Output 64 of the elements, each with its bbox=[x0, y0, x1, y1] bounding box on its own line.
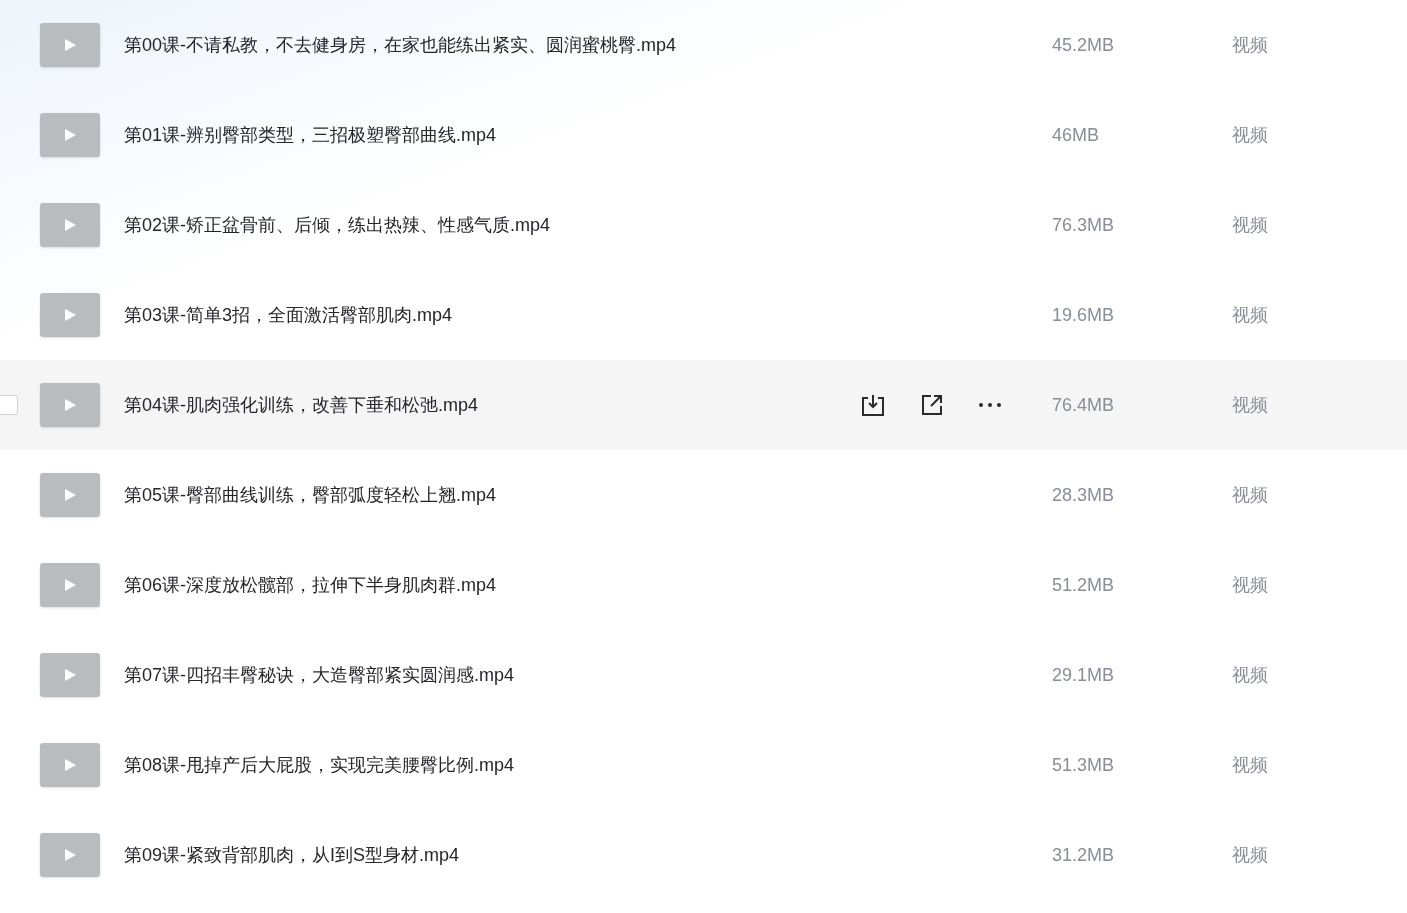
file-type: 视频 bbox=[1232, 573, 1269, 597]
file-type: 视频 bbox=[1232, 33, 1269, 57]
file-name[interactable]: 第02课-矫正盆骨前、后倾，练出热辣、性感气质.mp4 bbox=[124, 211, 551, 239]
play-icon bbox=[63, 848, 77, 862]
file-size: 51.3MB bbox=[1052, 753, 1116, 777]
file-row[interactable]: 第03课-简单3招，全面激活臀部肌肉.mp4 19.6MB 视频 bbox=[0, 270, 1407, 360]
file-row[interactable]: 第00课-不请私教，不去健身房，在家也能练出紧实、圆润蜜桃臀.mp4 45.2MB 视频 bbox=[0, 0, 1407, 90]
play-icon bbox=[63, 578, 77, 592]
file-size: 28.3MB bbox=[1052, 483, 1116, 507]
play-icon bbox=[63, 128, 77, 142]
file-type: 视频 bbox=[1232, 843, 1269, 867]
file-type: 视频 bbox=[1232, 663, 1269, 687]
file-row[interactable]: 第06课-深度放松髋部，拉伸下半身肌肉群.mp4 51.2MB 视频 bbox=[0, 540, 1407, 630]
file-name[interactable]: 第01课-辨别臀部类型，三招极塑臀部曲线.mp4 bbox=[124, 121, 497, 149]
video-thumbnail[interactable] bbox=[40, 383, 100, 427]
play-icon bbox=[63, 758, 77, 772]
file-size: 46MB bbox=[1052, 123, 1101, 147]
video-thumbnail[interactable] bbox=[40, 833, 100, 877]
file-size: 76.3MB bbox=[1052, 213, 1116, 237]
file-type: 视频 bbox=[1232, 483, 1269, 507]
play-icon bbox=[63, 398, 77, 412]
checkbox[interactable] bbox=[0, 395, 18, 415]
file-type: 视频 bbox=[1232, 123, 1269, 147]
file-row[interactable]: 第04课-肌肉强化训练，改善下垂和松弛.mp4 76.4MB 视频 bbox=[0, 360, 1407, 450]
video-thumbnail[interactable] bbox=[40, 653, 100, 697]
file-size: 45.2MB bbox=[1052, 33, 1116, 57]
file-row[interactable]: 第07课-四招丰臀秘诀，大造臀部紧实圆润感.mp4 29.1MB 视频 bbox=[0, 630, 1407, 720]
play-icon bbox=[63, 668, 77, 682]
file-name[interactable]: 第04课-肌肉强化训练，改善下垂和松弛.mp4 bbox=[124, 391, 479, 419]
file-name[interactable]: 第07课-四招丰臀秘诀，大造臀部紧实圆润感.mp4 bbox=[124, 661, 515, 689]
video-thumbnail[interactable] bbox=[40, 23, 100, 67]
file-size: 51.2MB bbox=[1052, 573, 1116, 597]
file-size: 76.4MB bbox=[1052, 393, 1116, 417]
file-row[interactable]: 第09课-紧致背部肌肉，从I到S型身材.mp4 31.2MB 视频 bbox=[0, 810, 1407, 900]
file-name[interactable]: 第08课-甩掉产后大屁股，实现完美腰臀比例.mp4 bbox=[124, 751, 515, 779]
video-thumbnail[interactable] bbox=[40, 473, 100, 517]
video-thumbnail[interactable] bbox=[40, 203, 100, 247]
file-size: 29.1MB bbox=[1052, 663, 1116, 687]
play-icon bbox=[63, 488, 77, 502]
video-thumbnail[interactable] bbox=[40, 743, 100, 787]
file-row[interactable]: 第02课-矫正盆骨前、后倾，练出热辣、性感气质.mp4 76.3MB 视频 bbox=[0, 180, 1407, 270]
more-icon[interactable] bbox=[978, 402, 1002, 408]
video-thumbnail[interactable] bbox=[40, 113, 100, 157]
play-icon bbox=[63, 38, 77, 52]
file-type: 视频 bbox=[1232, 753, 1269, 777]
file-name[interactable]: 第09课-紧致背部肌肉，从I到S型身材.mp4 bbox=[124, 841, 460, 869]
file-size: 19.6MB bbox=[1052, 303, 1116, 327]
file-name[interactable]: 第03课-简单3招，全面激活臀部肌肉.mp4 bbox=[124, 301, 453, 329]
file-type: 视频 bbox=[1232, 213, 1269, 237]
file-name[interactable]: 第00课-不请私教，不去健身房，在家也能练出紧实、圆润蜜桃臀.mp4 bbox=[124, 31, 677, 59]
file-type: 视频 bbox=[1232, 303, 1269, 327]
play-icon bbox=[63, 308, 77, 322]
video-thumbnail[interactable] bbox=[40, 563, 100, 607]
share-icon[interactable] bbox=[920, 393, 944, 417]
play-icon bbox=[63, 218, 77, 232]
video-thumbnail[interactable] bbox=[40, 293, 100, 337]
file-size: 31.2MB bbox=[1052, 843, 1116, 867]
file-name[interactable]: 第05课-臀部曲线训练，臀部弧度轻松上翘.mp4 bbox=[124, 481, 497, 509]
file-row[interactable]: 第08课-甩掉产后大屁股，实现完美腰臀比例.mp4 51.3MB 视频 bbox=[0, 720, 1407, 810]
file-name[interactable]: 第06课-深度放松髋部，拉伸下半身肌肉群.mp4 bbox=[124, 571, 497, 599]
file-row[interactable]: 第05课-臀部曲线训练，臀部弧度轻松上翘.mp4 28.3MB 视频 bbox=[0, 450, 1407, 540]
file-row[interactable]: 第01课-辨别臀部类型，三招极塑臀部曲线.mp4 46MB 视频 bbox=[0, 90, 1407, 180]
download-icon[interactable] bbox=[860, 392, 886, 418]
file-type: 视频 bbox=[1232, 393, 1269, 417]
